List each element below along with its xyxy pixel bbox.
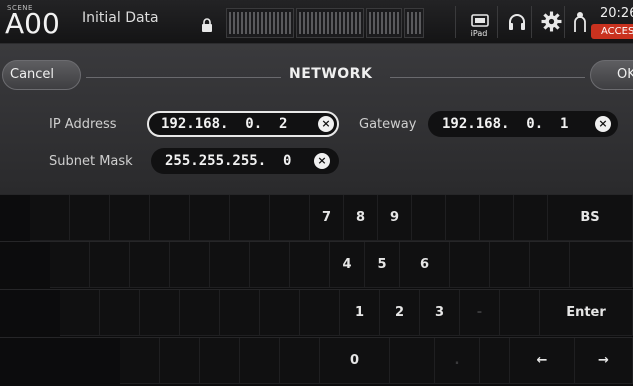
blank-key: [200, 338, 240, 384]
blank-key: [50, 242, 90, 288]
level-meters[interactable]: [226, 8, 448, 38]
gateway-value: 192.168. 0. 1: [442, 116, 569, 132]
blank-key: [450, 242, 490, 288]
blank-key: [500, 290, 540, 336]
key-8[interactable]: 8: [344, 195, 378, 241]
cursor-right-key[interactable]: →: [575, 338, 633, 384]
blank-key: [490, 242, 530, 288]
cancel-button[interactable]: Cancel: [2, 60, 81, 90]
blank-key: [280, 338, 320, 384]
enter-key[interactable]: Enter: [540, 290, 633, 336]
ipad-icon[interactable]: iPad: [466, 14, 492, 38]
cursor-left-key[interactable]: ←: [510, 338, 575, 384]
gateway-label: Gateway: [359, 117, 417, 132]
meter-group: [366, 8, 402, 38]
ip-address-field[interactable]: 192.168. 0. 2 ×: [147, 111, 339, 137]
ip-address-value: 192.168. 0. 2: [161, 116, 288, 132]
divider: [497, 6, 498, 38]
header-rule: [390, 77, 585, 78]
network-dialog: NETWORK Cancel OK IP Address 192.168. 0.…: [0, 44, 633, 194]
blank-key: [290, 242, 330, 288]
blank-key: [60, 290, 100, 336]
blank-key: [220, 290, 260, 336]
blank-key: [270, 195, 310, 241]
key-0[interactable]: 0: [320, 338, 390, 384]
clear-ip-address-icon[interactable]: ×: [318, 116, 334, 132]
on-screen-keyboard: 7 8 9 BS 4 5 6 1 2 3 - Enter 0 . ← →: [0, 194, 633, 386]
access-badge[interactable]: ACCESS: [591, 24, 633, 39]
scene-title[interactable]: Initial Data: [82, 10, 159, 26]
key-6[interactable]: 6: [400, 242, 450, 288]
blank-key: [514, 195, 548, 241]
headphone-icon[interactable]: [507, 12, 527, 32]
blank-key: [150, 195, 190, 241]
blank-key: [260, 290, 300, 336]
blank-key: [570, 242, 633, 288]
dialog-header: NETWORK: [0, 44, 633, 84]
blank-key: [530, 242, 570, 288]
key-2[interactable]: 2: [380, 290, 420, 336]
blank-key: [412, 195, 446, 241]
ip-address-label: IP Address: [49, 117, 117, 132]
key-5[interactable]: 5: [365, 242, 400, 288]
blank-key: [110, 195, 150, 241]
blank-key: [300, 290, 340, 336]
backspace-key[interactable]: BS: [548, 195, 633, 241]
key-9[interactable]: 9: [378, 195, 412, 241]
ok-button[interactable]: OK: [590, 60, 633, 90]
key-4[interactable]: 4: [330, 242, 365, 288]
blank-key: [480, 195, 514, 241]
blank-key: [30, 195, 70, 241]
blank-key: [390, 338, 435, 384]
subnet-mask-label: Subnet Mask: [49, 154, 133, 169]
blank-key: [160, 338, 200, 384]
subnet-mask-field[interactable]: 255.255.255. 0 ×: [151, 148, 339, 174]
meter-group: [296, 8, 364, 38]
blank-key: [100, 290, 140, 336]
key-7[interactable]: 7: [310, 195, 344, 241]
meter-group: [404, 8, 424, 38]
subnet-mask-value: 255.255.255. 0: [165, 153, 292, 169]
clock: 20:26:: [600, 6, 633, 21]
header-rule: [86, 77, 281, 78]
clear-gateway-icon[interactable]: ×: [595, 116, 611, 132]
blank-key: [130, 242, 170, 288]
blank-key: [210, 242, 250, 288]
dot-key[interactable]: .: [435, 338, 480, 384]
blank-key: [250, 242, 290, 288]
user-icon[interactable]: [572, 11, 588, 33]
gear-icon[interactable]: [541, 11, 562, 32]
gateway-field[interactable]: 192.168. 0. 1 ×: [428, 111, 618, 137]
blank-key: [230, 195, 270, 241]
blank-key: [120, 338, 160, 384]
blank-key: [180, 290, 220, 336]
lock-icon[interactable]: [201, 18, 213, 33]
blank-key: [140, 290, 180, 336]
status-bar: SCENE A00 Initial Data iPad 20:2 ACCES: [0, 0, 633, 44]
blank-key: [446, 195, 480, 241]
ipad-label: iPad: [471, 29, 488, 38]
key-3[interactable]: 3: [420, 290, 460, 336]
minus-key[interactable]: -: [460, 290, 500, 336]
dialog-title: NETWORK: [289, 66, 373, 82]
divider: [564, 6, 565, 38]
divider: [455, 6, 456, 38]
meter-group: [226, 8, 294, 38]
scene-number[interactable]: A00: [5, 9, 60, 39]
blank-key: [70, 195, 110, 241]
blank-key: [480, 338, 510, 384]
clear-subnet-mask-icon[interactable]: ×: [314, 153, 330, 169]
divider: [531, 6, 532, 38]
blank-key: [190, 195, 230, 241]
blank-key: [90, 242, 130, 288]
blank-key: [170, 242, 210, 288]
blank-key: [240, 338, 280, 384]
key-1[interactable]: 1: [340, 290, 380, 336]
